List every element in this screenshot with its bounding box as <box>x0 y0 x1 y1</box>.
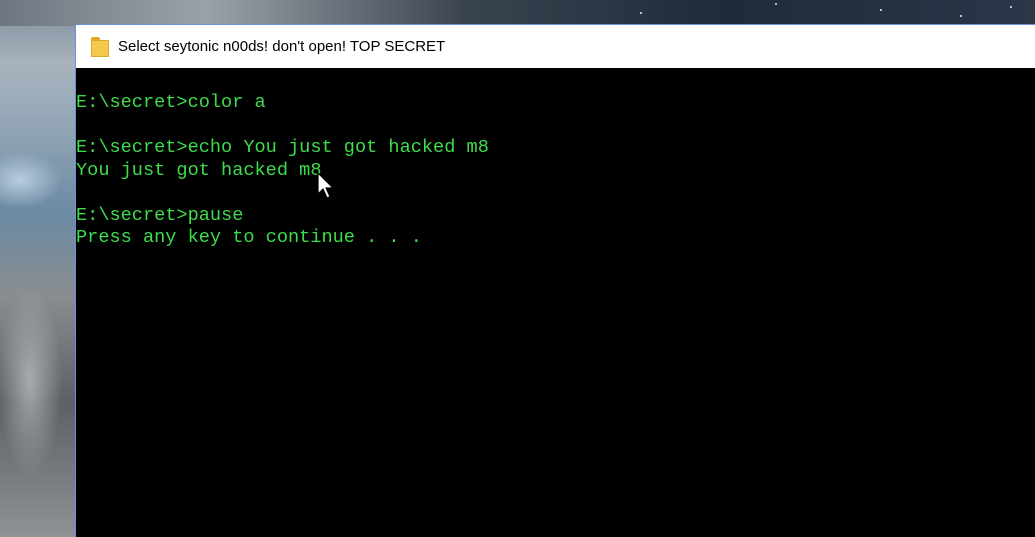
window-titlebar[interactable]: Select seytonic n00ds! don't open! TOP S… <box>76 25 1035 68</box>
mouse-pointer-icon <box>317 172 334 199</box>
console-line: You just got hacked m8 <box>76 159 322 181</box>
window-title: Select seytonic n00ds! don't open! TOP S… <box>118 38 446 55</box>
folder-icon <box>91 36 109 57</box>
console-output[interactable]: E:\secret>color a E:\secret>echo You jus… <box>76 68 1035 537</box>
wallpaper-sky <box>0 0 1035 26</box>
console-line: E:\secret>color a <box>76 92 266 113</box>
console-line: Press any key to continue . . . <box>76 227 422 248</box>
console-line: E:\secret>echo You just got hacked m8 <box>76 137 489 158</box>
console-window[interactable]: Select seytonic n00ds! don't open! TOP S… <box>75 24 1035 537</box>
console-line: E:\secret>pause <box>76 204 244 226</box>
